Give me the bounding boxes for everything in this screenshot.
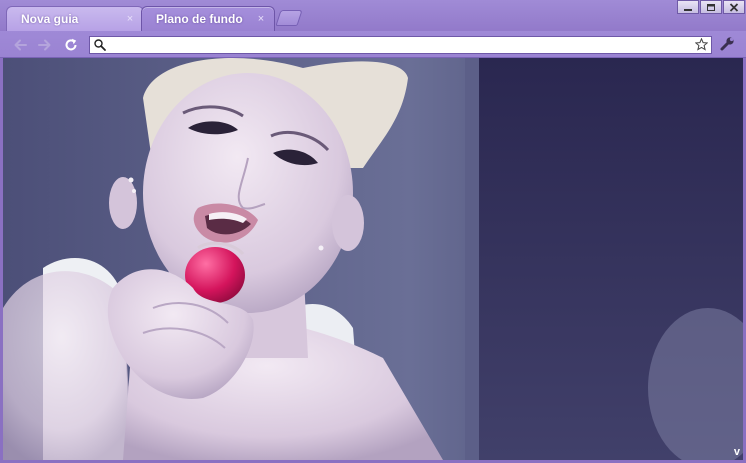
reload-icon — [65, 38, 77, 51]
wrench-menu-button[interactable] — [719, 36, 735, 52]
tab-close-icon[interactable]: × — [124, 13, 136, 25]
maximize-icon — [707, 4, 715, 11]
maximize-button[interactable] — [700, 0, 722, 14]
browser-window: Nova guia × Plano de fundo × v — [0, 0, 746, 463]
omnibox[interactable] — [89, 36, 712, 54]
close-icon — [729, 3, 739, 12]
star-icon[interactable] — [695, 38, 708, 51]
tab-strip: Nova guia × Plano de fundo × — [0, 0, 746, 31]
reload-button[interactable] — [63, 37, 79, 53]
minimize-button[interactable] — [677, 0, 699, 14]
omnibox-input[interactable] — [108, 37, 688, 53]
new-tab-button[interactable] — [275, 10, 303, 26]
tab-title: Plano de fundo — [156, 12, 243, 26]
theme-background-image: v — [3, 58, 743, 460]
chevron-down-icon[interactable]: v — [734, 447, 740, 458]
forward-button[interactable] — [37, 37, 53, 53]
tab-close-icon[interactable]: × — [255, 13, 267, 25]
search-icon — [94, 39, 106, 51]
toolbar — [0, 31, 746, 58]
minimize-icon — [684, 9, 692, 11]
back-button[interactable] — [12, 37, 28, 53]
back-arrow-icon — [14, 39, 27, 51]
wrench-icon — [720, 37, 734, 51]
window-controls — [677, 0, 745, 15]
forward-arrow-icon — [38, 39, 51, 51]
tab-plano-de-fundo[interactable]: Plano de fundo × — [141, 6, 275, 31]
wallpaper-photo — [3, 58, 743, 460]
tab-title: Nova guia — [21, 12, 79, 26]
tab-nova-guia[interactable]: Nova guia × — [6, 6, 144, 31]
close-window-button[interactable] — [723, 0, 745, 14]
